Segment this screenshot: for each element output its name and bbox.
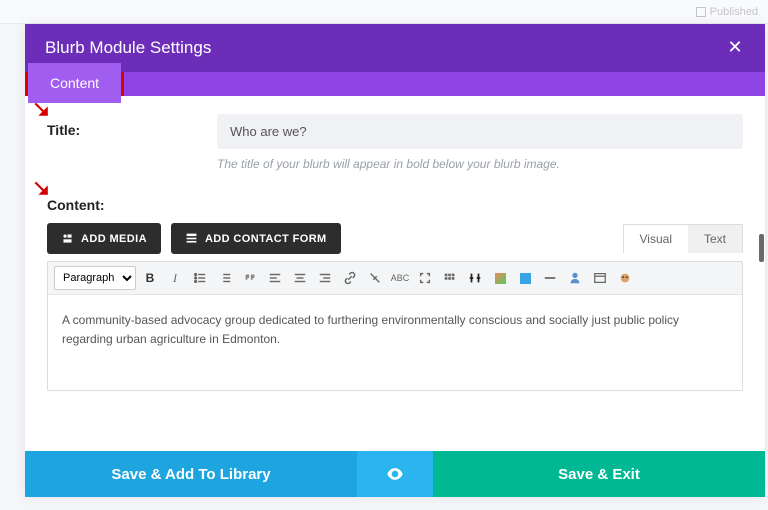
monkey-icon[interactable] [614, 267, 636, 289]
content-label: Content: [47, 197, 743, 213]
add-contact-form-button[interactable]: ADD CONTACT FORM [171, 223, 341, 254]
align-left-icon[interactable] [264, 267, 286, 289]
content-textarea[interactable]: A community-based advocacy group dedicat… [48, 295, 742, 390]
annotation-arrow-icon [31, 178, 57, 204]
modal-footer: Save & Add To Library Save & Exit [25, 451, 765, 497]
rich-text-editor: Paragraph B I ABC [47, 261, 743, 391]
insert-shortcode-icon[interactable] [464, 267, 486, 289]
editor-mode-tabs: Visual Text [623, 224, 743, 253]
media-icon [61, 232, 74, 245]
bold-icon[interactable]: B [139, 267, 161, 289]
toolbar-toggle-icon[interactable] [439, 267, 461, 289]
annotation-arrow-icon [31, 99, 57, 125]
fullscreen-icon[interactable] [414, 267, 436, 289]
user-icon[interactable] [564, 267, 586, 289]
unlink-icon[interactable] [364, 267, 386, 289]
align-center-icon[interactable] [289, 267, 311, 289]
title-field-row: Title: [47, 114, 743, 149]
italic-icon[interactable]: I [164, 267, 186, 289]
blockquote-icon[interactable] [239, 267, 261, 289]
spellcheck-icon[interactable]: ABC [389, 267, 411, 289]
media-buttons-row: ADD MEDIA ADD CONTACT FORM Visual Text [47, 223, 743, 254]
scrollbar-thumb[interactable] [759, 234, 764, 262]
hr-icon[interactable] [539, 267, 561, 289]
modal-tabs: Content [25, 72, 765, 96]
align-right-icon[interactable] [314, 267, 336, 289]
module-settings-modal: Blurb Module Settings ✕ Content Title: T… [25, 24, 765, 497]
add-contact-form-label: ADD CONTACT FORM [205, 233, 327, 245]
preview-button[interactable] [357, 451, 433, 497]
title-label: Title: [47, 114, 217, 138]
eye-icon [385, 464, 405, 484]
save-add-library-button[interactable]: Save & Add To Library [25, 451, 357, 497]
page-backdrop: Published [0, 0, 768, 24]
numbered-list-icon[interactable] [214, 267, 236, 289]
title-input[interactable] [217, 114, 743, 149]
calendar-icon [696, 7, 706, 17]
editor-tab-visual[interactable]: Visual [624, 225, 688, 253]
modal-title: Blurb Module Settings [45, 38, 211, 58]
modal-header: Blurb Module Settings ✕ [25, 24, 765, 72]
form-icon [185, 232, 198, 245]
editor-tab-text[interactable]: Text [688, 225, 742, 253]
add-media-label: ADD MEDIA [81, 233, 147, 245]
bullet-list-icon[interactable] [189, 267, 211, 289]
editor-toolbar: Paragraph B I ABC [48, 262, 742, 295]
color-swatch-2-icon[interactable] [514, 267, 536, 289]
title-help-text: The title of your blurb will appear in b… [217, 157, 743, 171]
add-media-button[interactable]: ADD MEDIA [47, 223, 161, 254]
close-icon[interactable]: ✕ [725, 38, 745, 58]
modal-body: Title: The title of your blurb will appe… [25, 96, 765, 451]
format-select[interactable]: Paragraph [54, 266, 136, 290]
save-exit-button[interactable]: Save & Exit [433, 451, 765, 497]
calendar-grid-icon[interactable] [589, 267, 611, 289]
link-icon[interactable] [339, 267, 361, 289]
publish-status: Published [696, 6, 758, 18]
color-swatch-1-icon[interactable] [489, 267, 511, 289]
publish-label: Published [710, 6, 758, 18]
annotation-highlight-box: Content [25, 72, 124, 96]
